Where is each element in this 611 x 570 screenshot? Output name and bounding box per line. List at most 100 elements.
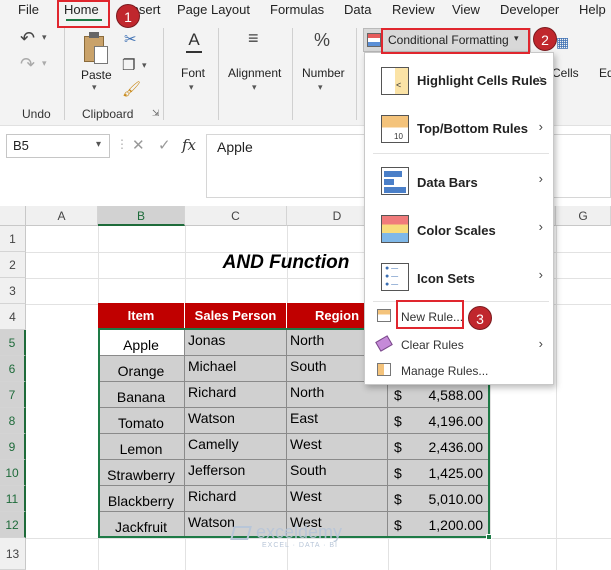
table-header-sales-person[interactable]: Sales Person: [185, 303, 287, 328]
cell-amount[interactable]: $4,588.00: [388, 382, 490, 408]
column-header-a[interactable]: A: [26, 206, 98, 226]
row-header-3[interactable]: 3: [0, 278, 26, 304]
row-header-12[interactable]: 12: [0, 512, 26, 538]
cell-currency: $: [394, 387, 402, 403]
paste-dropdown-icon[interactable]: ▾: [92, 82, 97, 93]
cells-button[interactable]: Cells: [552, 66, 579, 80]
cell-item[interactable]: Jackfruit: [98, 512, 185, 538]
undo-icon[interactable]: ↶: [20, 28, 35, 49]
format-painter-icon[interactable]: 🖌: [122, 80, 141, 98]
editing-button[interactable]: Ed: [599, 66, 611, 80]
percent-icon[interactable]: %: [314, 30, 330, 51]
row-header-11[interactable]: 11: [0, 486, 26, 512]
number-dropdown-icon[interactable]: ▾: [318, 82, 323, 93]
font-button[interactable]: Font: [181, 66, 205, 80]
menu-developer[interactable]: Developer: [500, 2, 559, 17]
clipboard-launcher-icon[interactable]: ⇲: [152, 108, 160, 119]
icon-sets-label: Icon Sets: [417, 271, 475, 286]
menu-data-bars[interactable]: Data Bars ›: [365, 157, 553, 205]
copy-icon[interactable]: ❐: [122, 56, 135, 74]
table-header-item[interactable]: Item: [98, 303, 185, 328]
menu-page-layout[interactable]: Page Layout: [177, 2, 250, 17]
menu-highlight-cells-rules[interactable]: < Highlight Cells Rules ›: [365, 59, 553, 103]
menu-icon-sets[interactable]: ● — ● — ● — Icon Sets ›: [365, 253, 553, 301]
cell-amount[interactable]: $2,436.00: [388, 434, 490, 460]
cell-value: 4,588.00: [428, 387, 484, 403]
top-bottom-rules-label: Top/Bottom Rules: [417, 121, 528, 136]
cancel-icon[interactable]: ✕: [132, 136, 145, 154]
cell-item[interactable]: Strawberry: [98, 460, 185, 486]
cell-region[interactable]: North: [287, 382, 388, 408]
alignment-button[interactable]: Alignment: [228, 66, 281, 80]
insert-function-icon[interactable]: fx: [182, 136, 196, 154]
font-dropdown-icon[interactable]: ▾: [189, 82, 194, 93]
font-icon[interactable]: A: [184, 30, 204, 54]
cell-region[interactable]: West: [287, 486, 388, 512]
column-header-c[interactable]: C: [185, 206, 287, 226]
cell-item[interactable]: Blackberry: [98, 486, 185, 512]
conditional-formatting-highlight: [381, 28, 530, 54]
redo-icon[interactable]: ↷: [20, 54, 35, 75]
cell-amount[interactable]: $1,200.00: [388, 512, 490, 538]
row-header-2[interactable]: 2: [0, 252, 26, 278]
row-header-4[interactable]: 4: [0, 304, 26, 330]
row-header-9[interactable]: 9: [0, 434, 26, 460]
cell-sales-person[interactable]: Michael: [185, 356, 287, 382]
cell-sales-person[interactable]: Richard: [185, 382, 287, 408]
menu-formulas[interactable]: Formulas: [270, 2, 324, 17]
cell-region[interactable]: West: [287, 434, 388, 460]
paste-icon[interactable]: [82, 32, 110, 66]
menu-clear-rules[interactable]: Clear Rules ›: [365, 333, 553, 357]
row-header-6[interactable]: 6: [0, 356, 26, 382]
menu-file[interactable]: File: [18, 2, 39, 17]
row-header-13[interactable]: 13: [0, 538, 26, 570]
redo-dropdown-icon[interactable]: ▾: [42, 58, 47, 69]
cell-amount[interactable]: $5,010.00: [388, 486, 490, 512]
alignment-icon[interactable]: ≡: [248, 28, 259, 49]
cut-icon[interactable]: ✂: [124, 30, 137, 48]
cell-sales-person[interactable]: Watson: [185, 408, 287, 434]
cell-item[interactable]: Apple: [98, 330, 185, 356]
row-header-5[interactable]: 5: [0, 330, 26, 356]
cell-sales-person[interactable]: Jefferson: [185, 460, 287, 486]
enter-icon[interactable]: ✓: [158, 136, 171, 154]
select-all-corner[interactable]: [0, 206, 26, 226]
row-header-8[interactable]: 8: [0, 408, 26, 434]
column-header-b[interactable]: B: [98, 206, 185, 226]
cell-sales-person[interactable]: Richard: [185, 486, 287, 512]
name-box-dropdown-icon[interactable]: ▾: [96, 139, 101, 150]
menu-data[interactable]: Data: [344, 2, 371, 17]
color-scales-icon: [381, 215, 409, 243]
fill-handle[interactable]: [486, 534, 492, 540]
cells-icon[interactable]: ▦: [556, 34, 569, 51]
cell-item[interactable]: Orange: [98, 356, 185, 382]
menu-top-bottom-rules[interactable]: 10 Top/Bottom Rules ›: [365, 107, 553, 151]
row-header-10[interactable]: 10: [0, 460, 26, 486]
cell-region[interactable]: South: [287, 460, 388, 486]
cell-currency: $: [394, 517, 402, 533]
cell-sales-person[interactable]: Jonas: [185, 330, 287, 356]
clear-rules-label: Clear Rules: [401, 338, 464, 352]
cell-item[interactable]: Lemon: [98, 434, 185, 460]
cell-sales-person[interactable]: Camelly: [185, 434, 287, 460]
menu-color-scales[interactable]: Color Scales ›: [365, 205, 553, 253]
menu-view[interactable]: View: [452, 2, 480, 17]
paste-button[interactable]: Paste: [81, 68, 112, 82]
ribbon-divider: [218, 28, 219, 120]
menu-manage-rules[interactable]: Manage Rules...: [365, 359, 553, 383]
cell-item[interactable]: Banana: [98, 382, 185, 408]
menu-review[interactable]: Review: [392, 2, 435, 17]
number-button[interactable]: Number: [302, 66, 345, 80]
column-header-g[interactable]: G: [556, 206, 611, 226]
row-header-7[interactable]: 7: [0, 382, 26, 408]
menu-help[interactable]: Help: [579, 2, 606, 17]
copy-dropdown-icon[interactable]: ▾: [142, 60, 147, 71]
alignment-dropdown-icon[interactable]: ▾: [252, 82, 257, 93]
name-box[interactable]: B5: [6, 134, 110, 158]
cell-region[interactable]: East: [287, 408, 388, 434]
undo-dropdown-icon[interactable]: ▾: [42, 32, 47, 43]
cell-amount[interactable]: $1,425.00: [388, 460, 490, 486]
cell-item[interactable]: Tomato: [98, 408, 185, 434]
cell-amount[interactable]: $4,196.00: [388, 408, 490, 434]
row-header-1[interactable]: 1: [0, 226, 26, 252]
